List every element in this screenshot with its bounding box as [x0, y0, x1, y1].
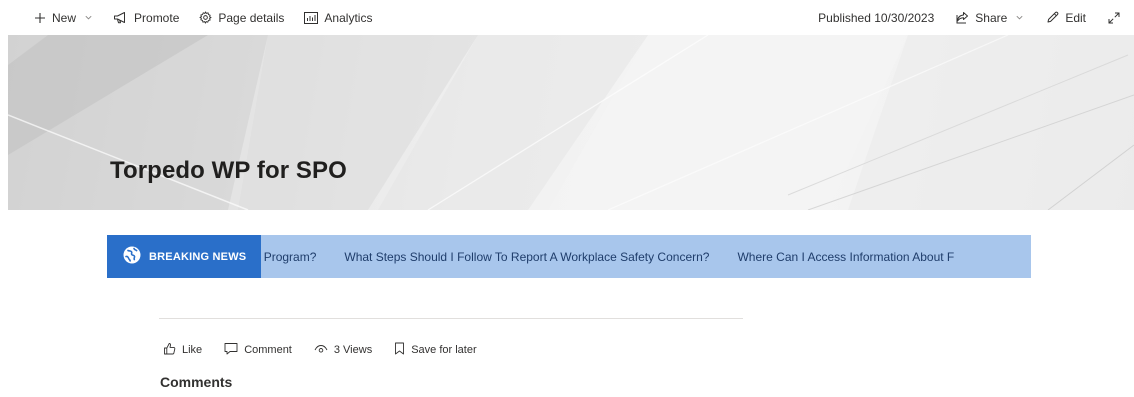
page-details-label: Page details — [218, 10, 285, 25]
chevron-down-icon — [1015, 13, 1024, 22]
like-label: Like — [182, 344, 203, 356]
ticker-item[interactable]: What Steps Should I Follow To Report A W… — [344, 250, 709, 264]
chevron-down-icon — [84, 13, 93, 22]
comment-button[interactable]: Comment — [224, 342, 292, 358]
promote-label: Promote — [134, 10, 180, 25]
breaking-news-label: BREAKING NEWS — [149, 250, 247, 263]
bookmark-icon — [394, 342, 405, 358]
gear-icon — [199, 11, 212, 24]
ticker-item[interactable]: ellness Program? — [261, 250, 316, 264]
save-for-later-label: Save for later — [411, 344, 477, 356]
analytics-button[interactable]: Analytics — [304, 0, 372, 35]
analytics-label: Analytics — [324, 10, 373, 25]
views-count: 3 Views — [314, 343, 372, 357]
breaking-news-badge: BREAKING NEWS — [107, 235, 261, 278]
new-label: New — [52, 10, 77, 25]
content-divider — [159, 318, 743, 319]
thumbs-up-icon — [163, 342, 176, 358]
globe-icon — [123, 246, 141, 267]
save-for-later-button[interactable]: Save for later — [394, 342, 477, 358]
megaphone-icon — [113, 11, 128, 24]
command-bar-left: New Promote Page details Analytics — [34, 0, 392, 35]
plus-icon — [34, 12, 46, 24]
views-text: 3 Views — [333, 344, 373, 356]
command-bar: New Promote Page details Analytics Publi… — [0, 0, 1134, 35]
ticker-track: ellness Program? What Steps Should I Fol… — [261, 235, 1031, 278]
social-bar: Like Comment 3 Views Save for later — [163, 342, 499, 358]
breaking-news-ticker: BREAKING NEWS ellness Program? What Step… — [107, 235, 1031, 278]
published-text: Published 10/30/2023 — [818, 10, 935, 25]
chart-icon — [304, 11, 319, 24]
page-details-button[interactable]: Page details — [199, 0, 284, 35]
comments-heading: Comments — [160, 374, 233, 390]
eye-icon — [314, 343, 328, 357]
new-button[interactable]: New — [34, 0, 93, 35]
pencil-icon — [1046, 11, 1059, 24]
share-icon — [956, 11, 969, 24]
expand-icon — [1108, 12, 1120, 24]
expand-button[interactable] — [1108, 0, 1120, 35]
page-title: Torpedo WP for SPO — [110, 157, 347, 184]
share-label: Share — [975, 10, 1008, 25]
share-button[interactable]: Share — [956, 0, 1024, 35]
like-button[interactable]: Like — [163, 342, 202, 358]
title-banner: Torpedo WP for SPO — [8, 35, 1134, 210]
command-bar-right: Published 10/30/2023 Share Edit — [818, 0, 1120, 35]
ticker-items: ellness Program? What Steps Should I Fol… — [261, 235, 982, 278]
edit-label: Edit — [1065, 10, 1086, 25]
edit-button[interactable]: Edit — [1046, 0, 1086, 35]
speech-bubble-icon — [224, 342, 238, 358]
comment-label: Comment — [244, 344, 292, 356]
promote-button[interactable]: Promote — [113, 0, 179, 35]
published-status: Published 10/30/2023 — [818, 0, 934, 35]
ticker-item[interactable]: Where Can I Access Information About F — [737, 250, 954, 264]
